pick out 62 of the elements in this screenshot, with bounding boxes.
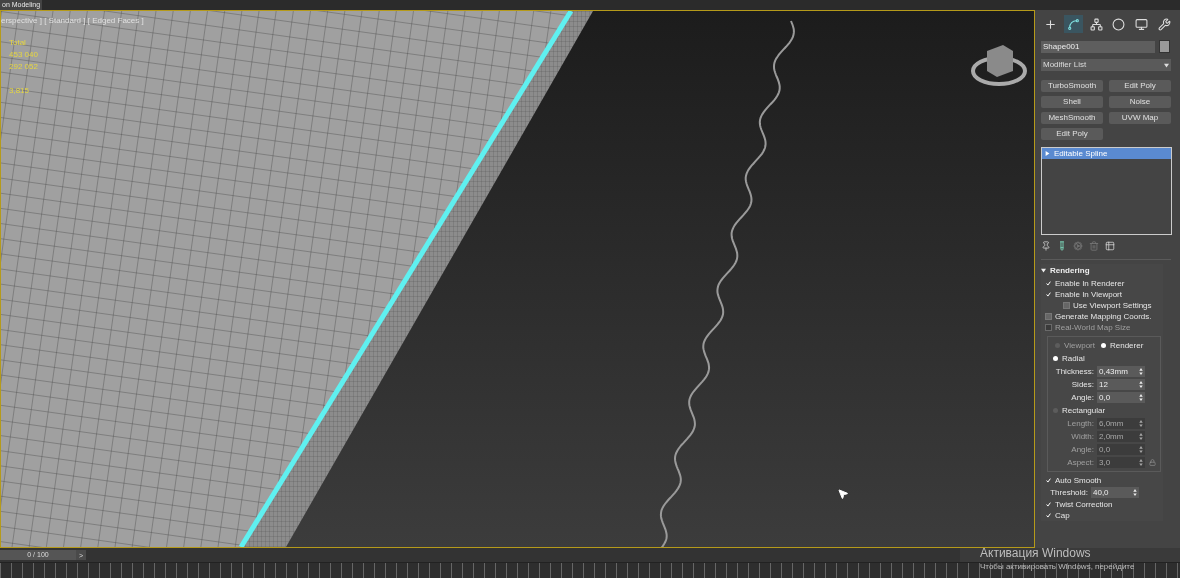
dropdown-caret-icon[interactable] [1164, 62, 1169, 68]
spinner-arrows-icon[interactable] [1139, 394, 1143, 401]
spinner-label: Thickness: [1054, 366, 1095, 377]
radio-label: Viewport [1064, 340, 1095, 351]
modifier-button[interactable]: Edit Poly [1109, 80, 1171, 92]
spinner-field[interactable]: 0,43mm [1097, 366, 1145, 377]
spinner-label: Sides: [1070, 379, 1095, 390]
expand-triangle-icon[interactable] [1045, 151, 1050, 156]
radio-label: Radial [1062, 353, 1085, 364]
spinner-arrows-icon[interactable] [1139, 381, 1143, 388]
checkbox-label: Real-World Map Size [1055, 322, 1131, 333]
monitor-icon[interactable] [1135, 17, 1148, 31]
checkbox[interactable] [1063, 302, 1070, 309]
checkbox-label: Auto Smooth [1055, 475, 1102, 486]
mouse-cursor-icon [837, 487, 849, 501]
collapse-triangle-icon[interactable] [1041, 267, 1046, 273]
checkbox-label: Cap [1055, 510, 1070, 521]
spinner-label: Aspect: [1066, 457, 1095, 468]
spinner-field[interactable]: 12 [1097, 379, 1145, 390]
pin-icon[interactable] [1041, 241, 1051, 251]
checkbox-label: Enable In Renderer [1055, 278, 1125, 289]
modifier-button[interactable]: MeshSmooth [1041, 112, 1103, 124]
wrench-icon[interactable] [1157, 17, 1171, 31]
checkbox-label: Enable In Viewport [1055, 289, 1122, 300]
checkbox[interactable] [1045, 313, 1052, 320]
stat-text: 292 052 [9, 61, 38, 73]
radio-label: Renderer [1110, 340, 1144, 351]
curve-tab[interactable] [1063, 15, 1084, 33]
spinner-label: Angle: [1070, 392, 1095, 403]
radio-button[interactable] [1101, 343, 1106, 348]
spinner-field[interactable]: 0,0 [1097, 392, 1145, 403]
stat-text: 3,815 [9, 85, 31, 97]
stat-text: Total [9, 37, 27, 49]
radio-button[interactable] [1053, 356, 1058, 361]
checkbox-label: Use Viewport Settings [1073, 300, 1152, 311]
modifier-list-dropdown[interactable]: Modifier List [1041, 59, 1171, 71]
activation-title: Активация Windows [980, 546, 1092, 561]
grid-icon[interactable] [1105, 241, 1115, 251]
modifier-button[interactable]: Noise [1109, 96, 1171, 108]
activation-text: Чтобы активировать Windows, перейдите [980, 561, 1135, 573]
object-color-swatch[interactable] [1159, 40, 1170, 53]
spinner-label: Width: [1070, 431, 1095, 442]
modifier-button[interactable]: UVW Map [1109, 112, 1171, 124]
test-tube-icon[interactable] [1057, 241, 1067, 251]
modifier-button[interactable]: Edit Poly [1041, 128, 1103, 140]
radio-label: Rectangular [1062, 405, 1106, 416]
spinner-arrows-icon[interactable] [1139, 368, 1143, 375]
spinner-arrows-icon[interactable] [1133, 489, 1137, 496]
checkbox-label: Generate Mapping Coords. [1055, 311, 1152, 322]
object-name-field[interactable]: Shape001 [1041, 40, 1155, 53]
modifier-button[interactable]: TurboSmooth [1041, 80, 1103, 92]
spinner-label: Angle: [1070, 444, 1095, 455]
spinner-label: Length: [1066, 418, 1095, 429]
timeline-ruler[interactable] [0, 562, 1180, 578]
checkbox-label: Twist Correction [1055, 499, 1113, 510]
stack-item[interactable]: Editable Spline [1042, 148, 1171, 159]
rollout-header[interactable]: Rendering [1041, 264, 1163, 276]
curve-icon[interactable] [1067, 17, 1080, 31]
stat-text: 453 040 [9, 49, 38, 61]
spinner-label: Threshold: [1049, 487, 1089, 498]
spinner-field[interactable]: 40,0 [1091, 487, 1139, 498]
modifier-button[interactable]: Shell [1041, 96, 1103, 108]
